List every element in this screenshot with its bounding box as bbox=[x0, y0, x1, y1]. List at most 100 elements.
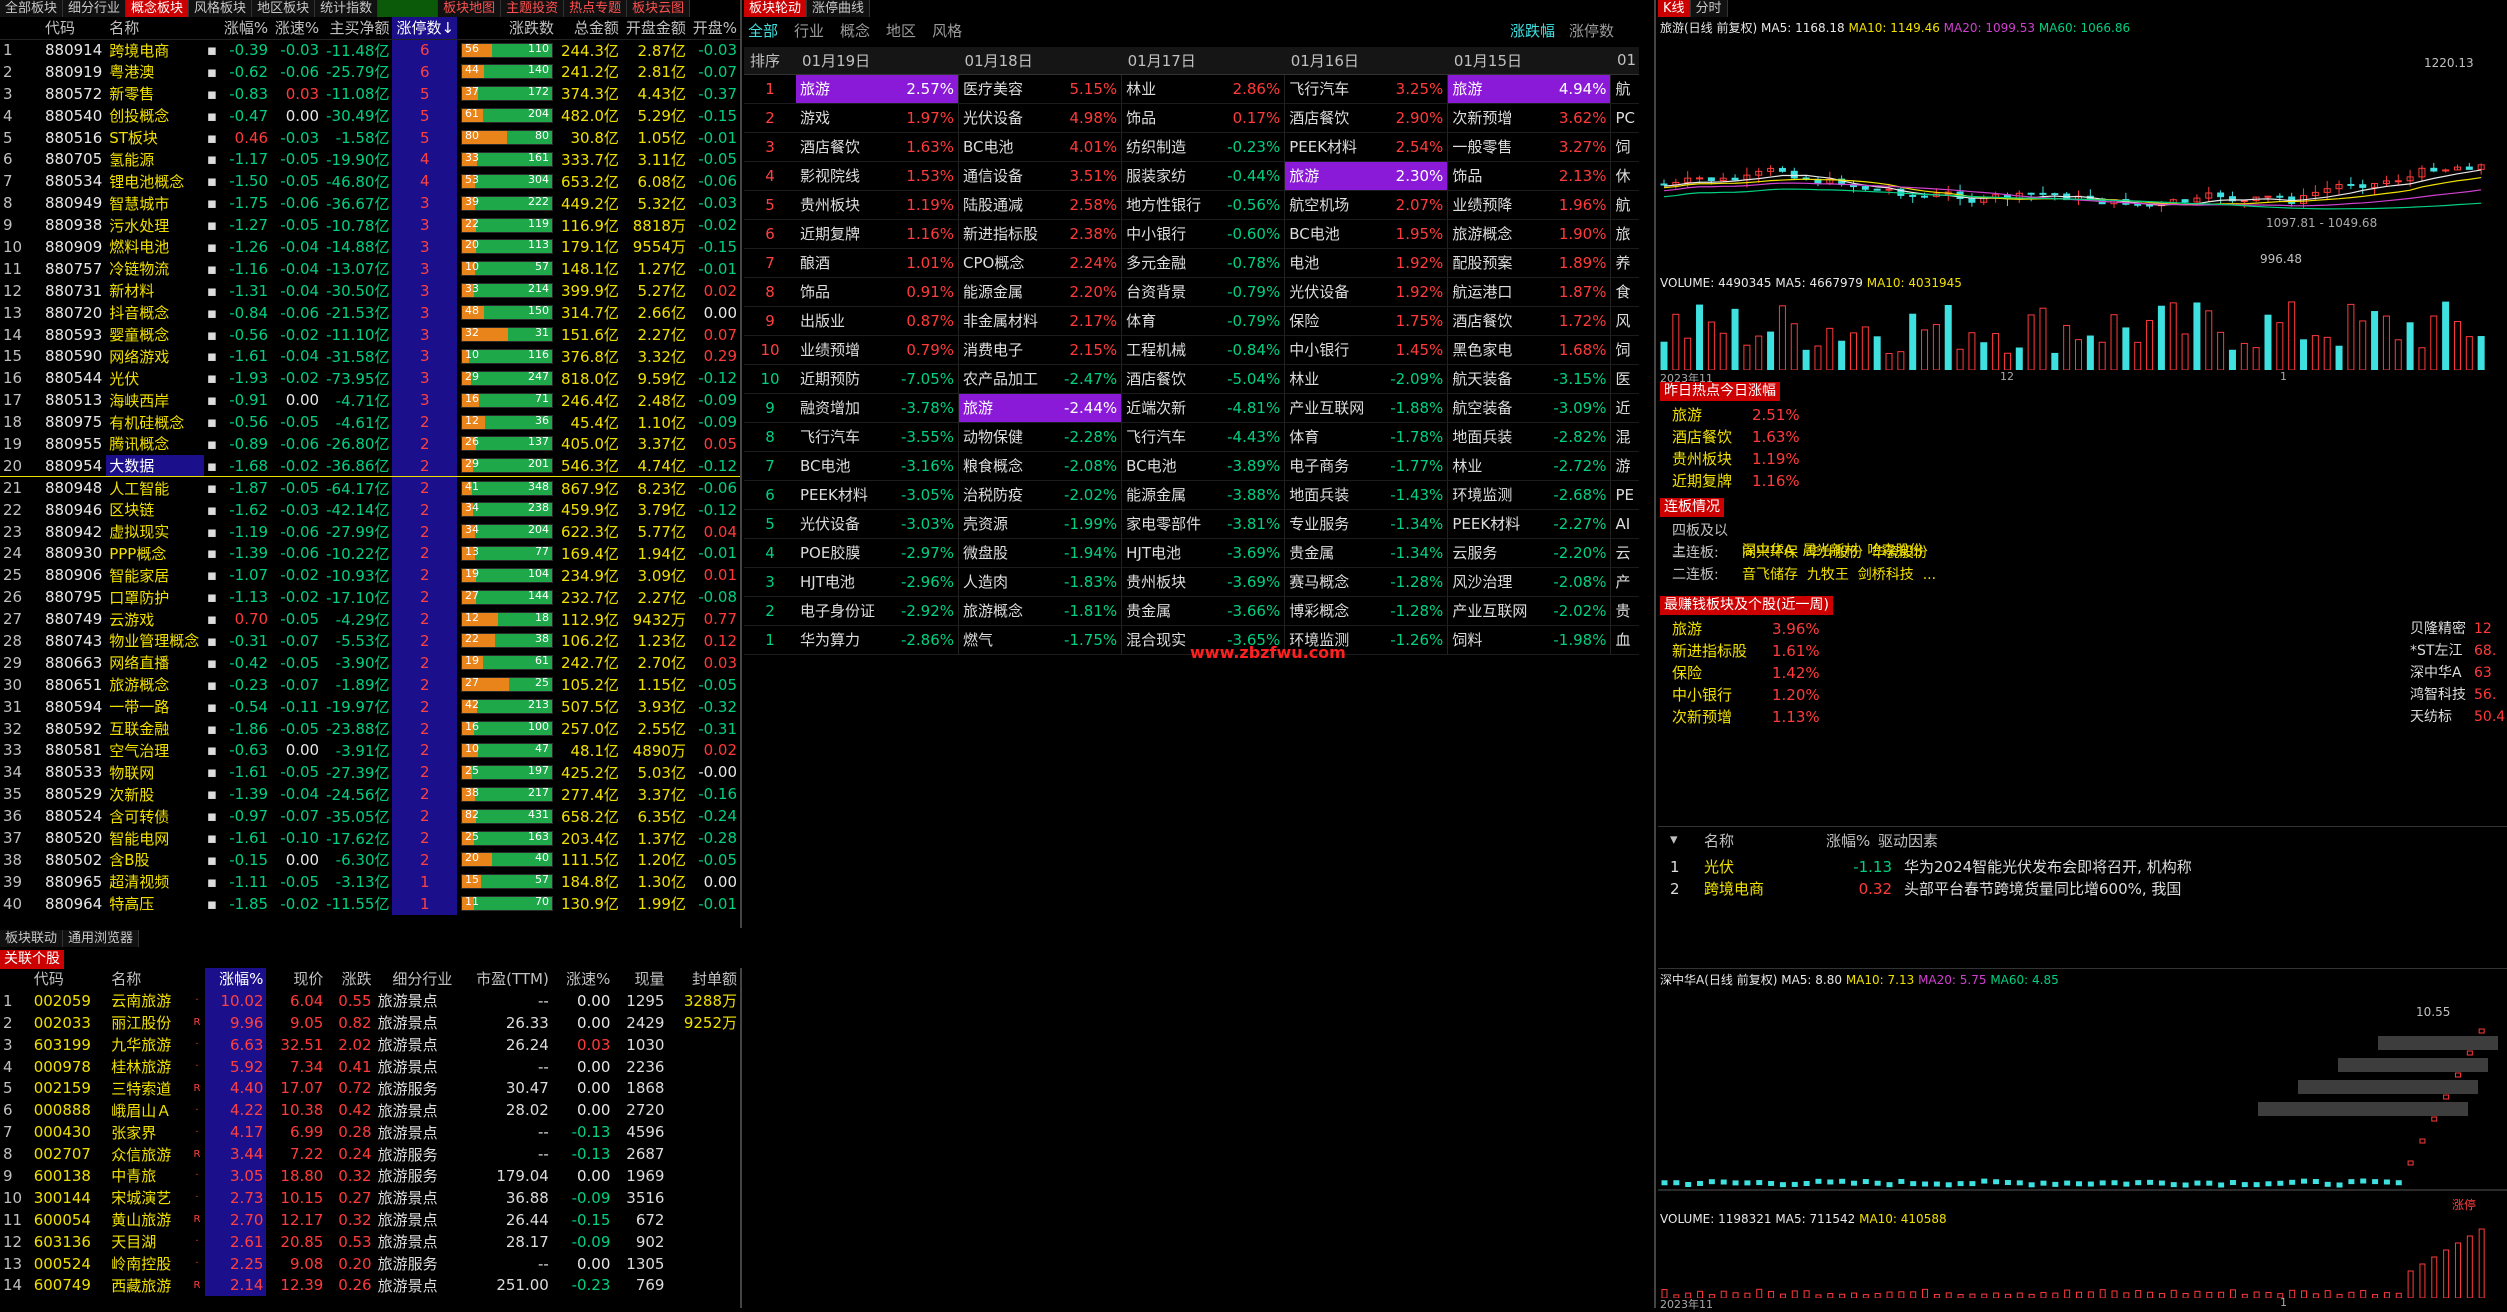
sector-row[interactable]: 3 880572 新零售 ▪ -0.83 0.03 -11.08亿 5 37 172 374.3亿 4… bbox=[0, 82, 740, 105]
rotation-sector-name[interactable]: BC电池 bbox=[796, 451, 890, 481]
tab-browser[interactable]: 通用浏览器 bbox=[63, 930, 140, 947]
tab-kline[interactable]: K线 bbox=[1658, 0, 1691, 17]
sector-row[interactable]: 5 880516 ST板块 ▪ 0.46 -0.03 -1.58亿 5 80 80 30.8亿 1.0… bbox=[0, 126, 740, 149]
sector-row[interactable]: 18 880975 有机硅概念 ▪ -0.56 -0.05 -4.61亿 2 12 36 45.4亿… bbox=[0, 411, 740, 434]
rotation-sector-name[interactable]: 医疗美容 bbox=[958, 74, 1053, 104]
rotation-sector-name-truncated[interactable]: 休 bbox=[1610, 161, 1639, 191]
rotation-sector-name[interactable]: 体育 bbox=[1284, 422, 1379, 452]
rotation-sector-name[interactable]: 服装家纺 bbox=[1121, 161, 1216, 191]
stock-col-header[interactable]: 涨跌 bbox=[326, 968, 374, 990]
rotation-sector-name[interactable]: 电子商务 bbox=[1284, 451, 1379, 481]
rotation-sector-name[interactable]: 壳资源 bbox=[958, 509, 1053, 539]
stock-row[interactable]: 11 600054 黄山旅游 R 2.70 12.17 0.32 旅游景点 26.44 -0.15… bbox=[0, 1208, 740, 1231]
tab-limit-curve[interactable]: 涨停曲线 bbox=[807, 0, 871, 17]
stock-row[interactable]: 14 600749 西藏旅游 R 2.14 12.39 0.26 旅游景点 251.00 -0.2… bbox=[0, 1274, 740, 1297]
sector-col-header[interactable]: 名称 bbox=[106, 17, 204, 40]
stock-col-header[interactable]: 涨幅% bbox=[204, 968, 267, 990]
rotation-sector-name[interactable]: 饰品 bbox=[1447, 161, 1542, 191]
rotation-sector-name-truncated[interactable]: 游 bbox=[1610, 451, 1639, 481]
rotation-sector-name[interactable]: 中小银行 bbox=[1121, 219, 1216, 249]
rotation-sector-name[interactable]: 航空机场 bbox=[1284, 190, 1379, 220]
rotation-sector-name[interactable]: 微盘股 bbox=[958, 538, 1053, 568]
stock-col-header[interactable] bbox=[0, 968, 31, 990]
stock-row[interactable]: 10 300144 宋城演艺 · 2.73 10.15 0.27 旅游景点 36.88 -0.09… bbox=[0, 1186, 740, 1209]
sector-row[interactable]: 32 880592 互联金融 ▪ -1.86 -0.05 -23.88亿 2 16 100 257.… bbox=[0, 717, 740, 740]
date-col-header[interactable]: 01月15日 bbox=[1447, 47, 1611, 75]
stock-row[interactable]: 2 002033 丽江股份 R 9.96 9.05 0.82 旅游景点 26.33 0.00 242… bbox=[0, 1011, 740, 1034]
rotation-sector-name[interactable]: 电子身份证 bbox=[796, 596, 890, 626]
rotation-sector-name[interactable]: 旅游 bbox=[1284, 161, 1379, 191]
sector-col-header[interactable] bbox=[0, 17, 42, 40]
date-col-header[interactable]: 01月19日 bbox=[796, 47, 959, 75]
rotation-sector-name-truncated[interactable]: 旅 bbox=[1610, 219, 1639, 249]
rotation-sector-name[interactable]: 饰品 bbox=[796, 277, 890, 307]
stock-col-header[interactable]: 涨速% bbox=[552, 968, 614, 990]
sector-row[interactable]: 8 880949 智慧城市 ▪ -1.75 -0.06 -36.67亿 3 39 222 449.2… bbox=[0, 192, 740, 215]
rotation-sector-name[interactable]: 饰品 bbox=[1121, 103, 1216, 133]
rotation-sector-name[interactable]: 业绩预增 bbox=[796, 335, 890, 365]
rotation-sector-name-truncated[interactable]: 饲 bbox=[1610, 335, 1639, 365]
rotation-sector-name[interactable]: 游戏 bbox=[796, 103, 890, 133]
stock-row[interactable]: 6 000888 峨眉山Ａ · 4.22 10.38 0.42 旅游景点 28.02 0.00 27… bbox=[0, 1099, 740, 1122]
rotation-sector-name[interactable]: 饲料 bbox=[1447, 625, 1542, 655]
sort-change-pct[interactable]: 涨跌幅 bbox=[1510, 20, 1555, 41]
rotation-sector-name[interactable]: 能源金属 bbox=[1121, 480, 1216, 510]
rotation-sector-name-truncated[interactable]: 贵 bbox=[1610, 596, 1639, 626]
date-col-header[interactable]: 01月17日 bbox=[1121, 47, 1285, 75]
weekly-sector-item[interactable]: 中小银行 1.20% bbox=[1672, 684, 1820, 705]
weekly-sector-item[interactable]: 旅游 3.96% bbox=[1672, 618, 1820, 639]
rotation-sector-name-truncated[interactable]: 血 bbox=[1610, 625, 1639, 655]
rotation-sector-name[interactable]: 贵金属 bbox=[1121, 596, 1216, 626]
stock-col-header[interactable]: 封单额 bbox=[667, 968, 740, 990]
weekly-sector-item[interactable]: 保险 1.42% bbox=[1672, 662, 1820, 683]
sector-row[interactable]: 9 880938 污水处理 ▪ -1.27 -0.05 -10.78亿 3 22 119 116.9… bbox=[0, 214, 740, 237]
rotation-sector-name[interactable]: 酒店餐饮 bbox=[796, 132, 890, 162]
stock-row[interactable]: 13 000524 岭南控股 · 2.25 9.08 0.20 旅游服务 -- 0.00 1305 bbox=[0, 1252, 740, 1275]
hot-sector-item[interactable]: 旅游 2.51% bbox=[1672, 404, 1800, 425]
rotation-sector-name-truncated[interactable]: 产 bbox=[1610, 567, 1639, 597]
filter-concept[interactable]: 概念 bbox=[840, 20, 870, 41]
sector-col-header[interactable]: 涨幅% bbox=[220, 17, 272, 40]
rotation-sector-name[interactable]: 贵金属 bbox=[1284, 538, 1379, 568]
stock-row[interactable]: 3 603199 九华旅游 · 6.63 32.51 2.02 旅游景点 26.24 0.03 10… bbox=[0, 1033, 740, 1056]
rotation-sector-name-truncated[interactable]: 近 bbox=[1610, 393, 1639, 423]
limit-level-stocks[interactable]: 音飞储存 九牧王 剑桥科技 ... bbox=[1742, 567, 1936, 583]
rotation-sector-name-truncated[interactable]: PC bbox=[1610, 103, 1639, 133]
hot-sector-item[interactable]: 贵州板块 1.19% bbox=[1672, 448, 1800, 469]
rotation-sector-name-truncated[interactable]: 饲 bbox=[1610, 132, 1639, 162]
rotation-sector-name[interactable]: 次新预增 bbox=[1447, 103, 1542, 133]
rotation-sector-name-truncated[interactable]: 风 bbox=[1610, 306, 1639, 336]
rotation-sector-name[interactable]: 产业互联网 bbox=[1447, 596, 1542, 626]
rotation-sector-name[interactable]: 航运港口 bbox=[1447, 277, 1542, 307]
sector-row[interactable]: 33 880581 空气治理 ▪ -0.63 0.00 -3.91亿 2 10 47 48.1亿 48… bbox=[0, 739, 740, 762]
rotation-sector-name[interactable]: 人造肉 bbox=[958, 567, 1053, 597]
rotation-sector-name[interactable]: 云服务 bbox=[1447, 538, 1542, 568]
sector-row[interactable]: 39 880965 超清视频 ▪ -1.11 -0.05 -3.13亿 1 15 57 184.8亿… bbox=[0, 870, 740, 893]
sector-row[interactable]: 35 880529 次新股 ▪ -1.39 -0.04 -24.56亿 2 38 217 277.4… bbox=[0, 783, 740, 806]
sector-col-header[interactable] bbox=[203, 17, 221, 40]
weekly-stock-item[interactable]: *ST左江 68. bbox=[2410, 640, 2496, 660]
rotation-sector-name[interactable]: 酿酒 bbox=[796, 248, 890, 278]
rotation-sector-name[interactable]: 酒店餐饮 bbox=[1284, 103, 1379, 133]
sector-row[interactable]: 12 880731 新材料 ▪ -1.31 -0.04 -30.50亿 3 33 214 399.9… bbox=[0, 279, 740, 302]
sector-row[interactable]: 19 880955 腾讯概念 ▪ -0.89 -0.06 -26.80亿 2 26 137 405.… bbox=[0, 433, 740, 455]
rotation-sector-name[interactable]: 保险 bbox=[1284, 306, 1379, 336]
tab-sector-rotation[interactable]: 板块轮动 bbox=[744, 0, 808, 17]
stock-row[interactable]: 12 603136 天目湖 · 2.61 20.85 0.53 旅游景点 28.17 -0.09 9… bbox=[0, 1230, 740, 1253]
rotation-sector-name[interactable]: 酒店餐饮 bbox=[1121, 364, 1216, 394]
hot-sector-item[interactable]: 酒店餐饮 1.63% bbox=[1672, 426, 1800, 447]
rotation-sector-name[interactable]: 风沙治理 bbox=[1447, 567, 1542, 597]
stock-row[interactable]: 4 000978 桂林旅游 · 5.92 7.34 0.41 旅游景点 -- 0.00 2236 bbox=[0, 1055, 740, 1078]
rotation-sector-name[interactable]: 飞行汽车 bbox=[796, 422, 890, 452]
sector-col-header[interactable]: 开盘金额 bbox=[621, 17, 689, 40]
stock-col-header[interactable]: 名称 bbox=[108, 968, 189, 990]
rotation-sector-name[interactable]: 旅游概念 bbox=[1447, 219, 1542, 249]
rotation-sector-name[interactable]: 地面兵装 bbox=[1284, 480, 1379, 510]
sector-row[interactable]: 31 880594 一带一路 ▪ -0.54 -0.11 -19.97亿 2 42 213 507.… bbox=[0, 695, 740, 718]
rotation-sector-name[interactable]: 影视院线 bbox=[796, 161, 890, 191]
driver-row[interactable]: 1 光伏 -1.13 华为2024智能光伏发布会即将召开, 机构称 bbox=[1670, 856, 2500, 878]
rotation-sector-name[interactable]: 融资增加 bbox=[796, 393, 890, 423]
rotation-sector-name[interactable]: BC电池 bbox=[1121, 451, 1216, 481]
sector-col-header[interactable]: 涨停数↓ bbox=[392, 17, 458, 40]
rotation-sector-name[interactable]: 一般零售 bbox=[1447, 132, 1542, 162]
